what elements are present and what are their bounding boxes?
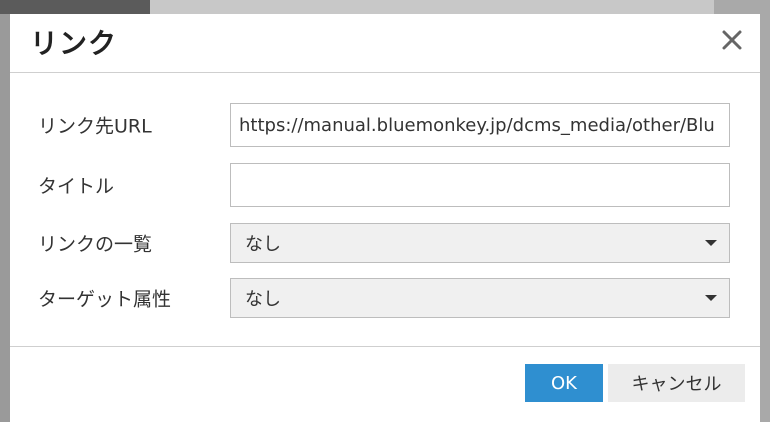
url-label: リンク先URL xyxy=(38,115,152,138)
target-label: ターゲット属性 xyxy=(38,288,172,311)
dialog-title: リンク xyxy=(30,27,118,60)
target-select[interactable]: なし xyxy=(230,278,730,318)
chevron-down-icon xyxy=(705,240,717,246)
close-button[interactable] xyxy=(720,28,744,52)
link-list-selected-value: なし xyxy=(245,234,281,255)
dialog-footer: OK キャンセル xyxy=(10,346,760,422)
url-input[interactable] xyxy=(230,103,730,147)
title-row: タイトル xyxy=(10,163,760,207)
url-row: リンク先URL xyxy=(10,103,760,147)
title-input[interactable] xyxy=(230,163,730,207)
link-dialog: リンク リンク先URL タイトル リンクの一覧 なし ターゲット属性 なし xyxy=(10,14,760,422)
dialog-header: リンク xyxy=(10,14,760,73)
target-selected-value: なし xyxy=(245,289,281,310)
link-list-select[interactable]: なし xyxy=(230,223,730,263)
close-icon xyxy=(722,30,742,50)
cancel-button[interactable]: キャンセル xyxy=(608,364,745,402)
target-row: ターゲット属性 なし xyxy=(10,276,760,320)
title-label: タイトル xyxy=(38,175,115,198)
chevron-down-icon xyxy=(705,295,717,301)
link-list-label: リンクの一覧 xyxy=(38,233,153,256)
link-list-row: リンクの一覧 なし xyxy=(10,221,760,265)
ok-button[interactable]: OK xyxy=(525,364,603,402)
